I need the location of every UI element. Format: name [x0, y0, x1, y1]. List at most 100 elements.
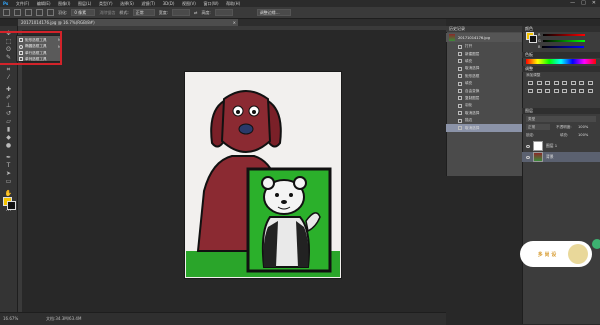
brush-tool-icon[interactable]: ✐ — [4, 94, 13, 101]
channel-mixer-icon[interactable] — [536, 89, 542, 93]
gradient-tool-icon[interactable]: ▮ — [4, 126, 13, 133]
history-item[interactable]: 填充 — [446, 80, 522, 87]
layer-row-background[interactable]: 背景 — [522, 152, 600, 162]
document-canvas[interactable] — [184, 71, 342, 279]
history-item[interactable]: 矩形选框 — [446, 73, 522, 80]
history-snapshot[interactable]: 20171014176.jpg — [446, 33, 522, 42]
history-item[interactable]: 描边 — [446, 117, 522, 124]
hue-saturation-icon[interactable] — [570, 81, 576, 85]
photo-filter-icon[interactable] — [528, 89, 533, 93]
swatches-panel-title[interactable]: 色板 — [522, 52, 600, 58]
eyedropper-tool-icon[interactable]: ⁄ — [4, 74, 13, 81]
history-item[interactable]: 取消选择 — [446, 65, 522, 72]
opacity-input[interactable]: 100% — [578, 124, 588, 130]
dodge-tool-icon[interactable]: ● — [4, 142, 13, 149]
marquee-preset-icon[interactable] — [3, 9, 10, 16]
blur-tool-icon[interactable]: ◆ — [4, 134, 13, 141]
history-item[interactable]: 取消选择 — [446, 110, 522, 117]
history-item[interactable]: 新建图层 — [446, 50, 522, 57]
color-lookup-icon[interactable] — [545, 89, 550, 93]
width-input[interactable] — [172, 9, 191, 16]
menu-view[interactable]: 视图(V) — [179, 0, 199, 7]
color-panel-background[interactable] — [529, 35, 537, 43]
gradient-map-icon[interactable] — [587, 89, 593, 93]
pen-tool-icon[interactable]: ✒ — [4, 154, 13, 161]
path-select-tool-icon[interactable]: ➤ — [4, 170, 13, 177]
height-input[interactable] — [214, 9, 233, 16]
antialias-checkbox[interactable]: 消除锯齿 — [99, 10, 115, 16]
history-item[interactable]: 羽化 — [446, 102, 522, 109]
add-selection-icon[interactable] — [25, 9, 32, 16]
levels-icon[interactable] — [536, 81, 542, 85]
threshold-icon[interactable] — [570, 89, 576, 93]
menu-help[interactable]: 帮助(H) — [223, 0, 243, 7]
red-slider[interactable]: R — [538, 33, 596, 37]
layer-kind-filter[interactable]: 类型 — [526, 116, 596, 122]
black-white-icon[interactable] — [587, 81, 593, 85]
curves-icon[interactable] — [545, 81, 550, 85]
adjustments-panel-title[interactable]: 调整 — [522, 66, 600, 72]
app-logo: Ps — [3, 1, 9, 6]
blue-slider[interactable]: B — [538, 45, 596, 49]
history-item[interactable]: 复制图层 — [446, 95, 522, 102]
type-tool-icon[interactable]: T — [4, 162, 13, 169]
subtract-selection-icon[interactable] — [36, 9, 43, 16]
menu-window[interactable]: 窗口(W) — [200, 0, 221, 7]
zoom-level[interactable]: 16.67% — [3, 313, 18, 325]
crop-tool-icon[interactable]: ⌗ — [4, 66, 13, 73]
brightness-icon[interactable] — [528, 81, 533, 85]
swap-icon[interactable]: ⇄ — [194, 10, 197, 15]
fill-label: 填充: — [560, 133, 569, 137]
width-label: 宽度: — [158, 9, 169, 15]
layer-row-layer1[interactable]: 图层 1 — [522, 141, 600, 151]
close-tab-icon[interactable]: × — [233, 19, 236, 26]
eraser-tool-icon[interactable]: ▱ — [4, 118, 13, 125]
fill-input[interactable]: 100% — [578, 132, 588, 138]
exposure-icon[interactable] — [553, 81, 559, 85]
background-color-swatch[interactable] — [7, 201, 16, 210]
menu-3d[interactable]: 3D(D) — [160, 0, 178, 7]
vibrance-icon[interactable] — [562, 81, 567, 85]
selective-color-icon[interactable] — [579, 89, 584, 93]
history-panel-title[interactable]: 历史记录 — [446, 26, 522, 32]
maximize-icon[interactable]: □ — [581, 0, 586, 7]
history-item[interactable]: 打开 — [446, 43, 522, 50]
menu-image[interactable]: 图像(I) — [55, 0, 73, 7]
posterize-icon[interactable] — [562, 89, 567, 93]
feather-input[interactable]: 0 像素 — [71, 9, 96, 16]
menu-layer[interactable]: 图层(L) — [75, 0, 94, 7]
horizontal-ruler — [18, 26, 446, 30]
history-item[interactable]: 自由变换 — [446, 87, 522, 94]
document-tab[interactable]: 20171014176.jpg @ 16.7%(RGB/8#) × — [18, 19, 238, 26]
close-icon[interactable]: ✕ — [592, 0, 596, 7]
minimize-icon[interactable]: — — [570, 0, 575, 7]
eye-icon[interactable] — [526, 144, 530, 148]
refine-edge-button[interactable]: 调整边缘... — [256, 9, 291, 16]
invert-icon[interactable] — [553, 89, 559, 93]
green-slider[interactable]: G — [538, 39, 596, 43]
menu-file[interactable]: 文件(F) — [13, 0, 32, 7]
color-balance-icon[interactable] — [579, 81, 584, 85]
eye-icon[interactable] — [526, 155, 530, 159]
menu-edit[interactable]: 编辑(E) — [34, 0, 54, 7]
history-brush-tool-icon[interactable]: ↺ — [4, 110, 13, 117]
history-item[interactable]: 填充 — [446, 58, 522, 65]
floating-action-icon[interactable] — [592, 239, 600, 249]
layers-panel-title[interactable]: 图层 — [522, 108, 600, 114]
color-spectrum[interactable] — [526, 59, 596, 64]
menu-type[interactable]: 类型(Y) — [96, 0, 116, 7]
height-label: 高度: — [201, 9, 211, 15]
document-info[interactable]: 文档:34.3M/63.4M — [46, 313, 81, 325]
hand-tool-icon[interactable]: ✋ — [4, 190, 13, 197]
snapshot-thumbnail — [449, 34, 455, 41]
healing-tool-icon[interactable]: ✚ — [4, 86, 13, 93]
style-select[interactable]: 正常 — [132, 9, 155, 16]
menu-filter[interactable]: 滤镜(T) — [138, 0, 158, 7]
new-selection-icon[interactable] — [14, 9, 21, 16]
intersect-selection-icon[interactable] — [47, 9, 54, 16]
clone-stamp-tool-icon[interactable]: ⊥ — [4, 102, 13, 109]
menu-select[interactable]: 选择(S) — [117, 0, 137, 7]
history-item[interactable]: 取消选择 — [446, 124, 522, 132]
shape-tool-icon[interactable]: ▭ — [4, 178, 13, 185]
blend-mode-select[interactable]: 正常 — [526, 124, 550, 130]
